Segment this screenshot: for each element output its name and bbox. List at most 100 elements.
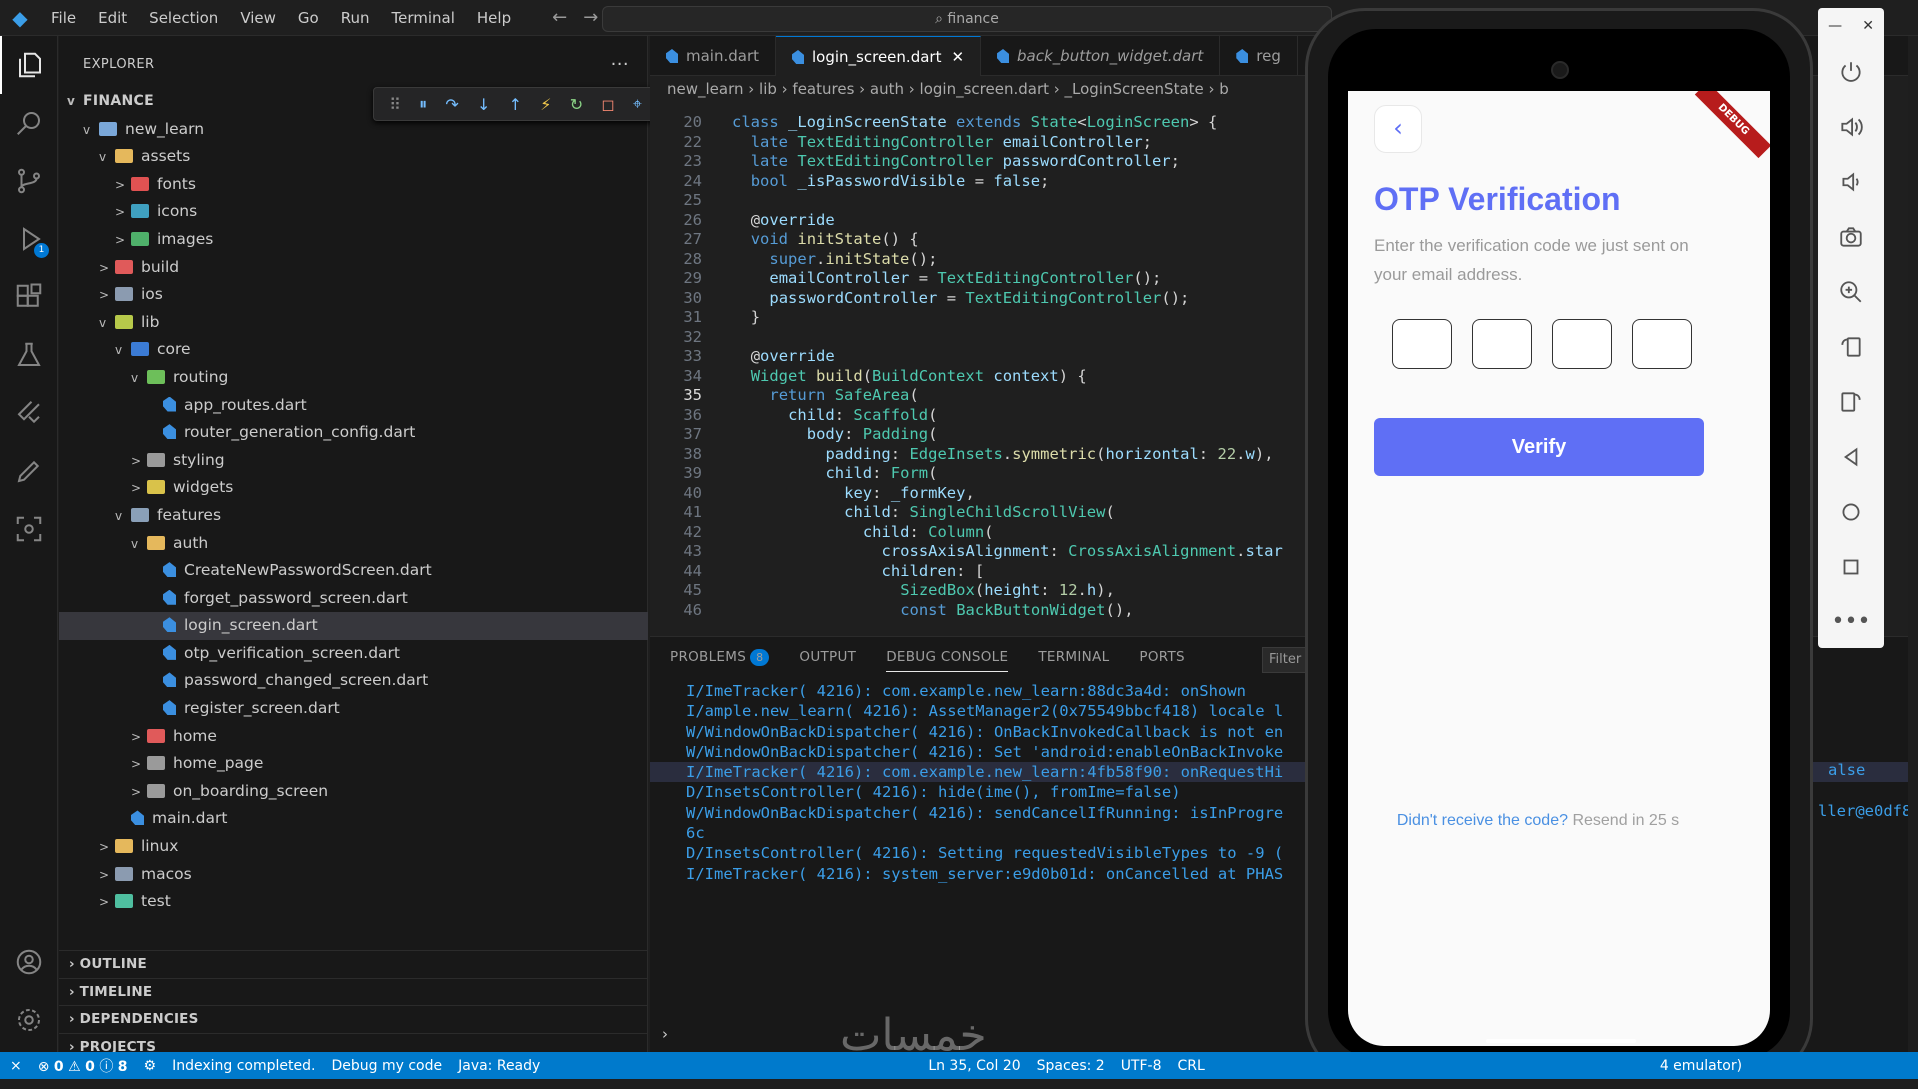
more-options-icon[interactable]: ••• (1818, 594, 1884, 649)
zoom-icon[interactable] (1818, 264, 1884, 319)
otp-digit-4[interactable] (1632, 319, 1692, 369)
hot-reload-icon[interactable]: ⚡ (540, 95, 551, 114)
drag-handle-icon[interactable]: ⠿ (389, 95, 401, 114)
section-dependencies[interactable]: › DEPENDENCIES (59, 1005, 648, 1033)
settings-gear-icon[interactable] (0, 991, 58, 1049)
file-item[interactable]: password_changed_screen.dart (59, 667, 648, 695)
verify-button[interactable]: Verify (1374, 418, 1704, 476)
folder-item[interactable]: > fonts (59, 171, 648, 199)
folder-item[interactable]: v lib (59, 309, 648, 337)
flutter-icon[interactable] (0, 384, 58, 442)
home-nav-icon[interactable] (1818, 484, 1884, 539)
folder-item[interactable]: > linux (59, 833, 648, 861)
stop-icon[interactable]: ◻ (601, 95, 614, 114)
extensions-icon[interactable] (0, 268, 58, 326)
folder-item[interactable]: v features (59, 502, 648, 530)
folder-item[interactable]: v assets (59, 143, 648, 171)
file-item[interactable]: otp_verification_screen.dart (59, 640, 648, 668)
scan-icon[interactable] (0, 500, 58, 558)
folder-item[interactable]: > build (59, 254, 648, 282)
panel-tab-terminal[interactable]: TERMINAL (1038, 649, 1109, 665)
pause-icon[interactable]: ⏸ (419, 94, 427, 114)
step-over-icon[interactable]: ↷ (445, 95, 458, 114)
tab-2[interactable]: back_button_widget.dart (981, 36, 1221, 76)
file-item[interactable]: router_generation_config.dart (59, 419, 648, 447)
folder-item[interactable]: > home (59, 723, 648, 751)
menu-item-go[interactable]: Go (287, 9, 330, 27)
menu-item-edit[interactable]: Edit (87, 9, 138, 27)
close-icon[interactable]: ✕ (1862, 18, 1874, 34)
home-indicator[interactable] (1486, 1039, 1636, 1043)
problems-status[interactable]: ⊗ 0 ⚠ 0 ⓘ 8 (38, 1056, 128, 1076)
restart-icon[interactable]: ↻ (570, 95, 583, 114)
search-icon[interactable] (0, 94, 58, 152)
volume-down-icon[interactable] (1818, 154, 1884, 209)
file-item[interactable]: app_routes.dart (59, 392, 648, 420)
resend-link[interactable]: Didn't receive the code? (1397, 812, 1568, 829)
menu-item-terminal[interactable]: Terminal (381, 9, 466, 27)
otp-digit-2[interactable] (1472, 319, 1532, 369)
close-tab-icon[interactable]: ✕ (951, 48, 964, 66)
file-item[interactable]: forget_password_screen.dart (59, 585, 648, 613)
folder-item[interactable]: > macos (59, 861, 648, 889)
remote-icon[interactable]: ⨯ (10, 1058, 22, 1074)
back-button[interactable]: ‹ (1374, 105, 1422, 153)
folder-item[interactable]: v routing (59, 364, 648, 392)
step-out-icon[interactable]: ↑ (509, 95, 522, 114)
source-control-icon[interactable] (0, 152, 58, 210)
folder-item[interactable]: v auth (59, 530, 648, 558)
testing-icon[interactable] (0, 326, 58, 384)
tab-1[interactable]: login_screen.dart ✕ (776, 36, 982, 76)
scrollbar[interactable] (1908, 36, 1918, 1052)
rotate-left-icon[interactable] (1818, 319, 1884, 374)
pen-icon[interactable] (0, 442, 58, 500)
folder-item[interactable]: > on_boarding_screen (59, 778, 648, 806)
panel-tab-output[interactable]: OUTPUT (799, 649, 856, 665)
debug-status-icon[interactable]: ⚙ (144, 1058, 157, 1074)
account-icon[interactable] (0, 933, 58, 991)
debug-my-code[interactable]: Debug my code (331, 1058, 442, 1074)
section-timeline[interactable]: › TIMELINE (59, 977, 648, 1006)
file-item[interactable]: CreateNewPasswordScreen.dart (59, 557, 648, 585)
encoding[interactable]: UTF-8 (1121, 1058, 1162, 1074)
eol[interactable]: CRL (1178, 1058, 1205, 1074)
tab-0[interactable]: main.dart (650, 36, 777, 76)
device-status[interactable]: 4 emulator) (1660, 1058, 1742, 1074)
folder-item[interactable]: > ios (59, 281, 648, 309)
otp-digit-1[interactable] (1392, 319, 1452, 369)
folder-item[interactable]: > test (59, 888, 648, 916)
inspect-icon[interactable]: ⌖ (633, 94, 642, 114)
rotate-right-icon[interactable] (1818, 374, 1884, 429)
panel-tab-ports[interactable]: PORTS (1139, 649, 1184, 665)
menu-item-help[interactable]: Help (466, 9, 522, 27)
run-debug-icon[interactable]: 1 (0, 210, 58, 268)
tab-3[interactable]: reg (1220, 36, 1298, 76)
folder-item[interactable]: > home_page (59, 750, 648, 778)
folder-item[interactable]: > images (59, 226, 648, 254)
folder-item[interactable]: > styling (59, 447, 648, 475)
menu-item-view[interactable]: View (229, 9, 287, 27)
more-actions-icon[interactable]: ··· (611, 36, 629, 94)
menu-item-file[interactable]: File (40, 9, 87, 27)
otp-digit-3[interactable] (1552, 319, 1612, 369)
code-view[interactable]: 20 class _LoginScreenState extends State<… (650, 113, 1300, 633)
indentation[interactable]: Spaces: 2 (1037, 1058, 1105, 1074)
overview-nav-icon[interactable] (1818, 539, 1884, 594)
folder-item[interactable]: v core (59, 336, 648, 364)
menu-item-selection[interactable]: Selection (138, 9, 229, 27)
file-item[interactable]: register_screen.dart (59, 695, 648, 723)
back-nav-icon[interactable] (1818, 429, 1884, 484)
volume-up-icon[interactable] (1818, 99, 1884, 154)
explorer-icon[interactable] (0, 36, 58, 94)
step-into-icon[interactable]: ↓ (477, 95, 490, 114)
panel-tab-debug-console[interactable]: DEBUG CONSOLE (886, 649, 1009, 672)
file-item[interactable]: main.dart (59, 805, 648, 833)
folder-item[interactable]: > widgets (59, 474, 648, 502)
console-prompt-icon[interactable]: › (662, 1025, 668, 1043)
camera-icon[interactable] (1818, 209, 1884, 264)
minimize-icon[interactable]: — (1828, 18, 1842, 34)
folder-item[interactable]: > icons (59, 198, 648, 226)
file-item[interactable]: login_screen.dart (59, 612, 648, 640)
power-icon[interactable] (1818, 44, 1884, 99)
java-status[interactable]: Java: Ready (458, 1058, 540, 1074)
